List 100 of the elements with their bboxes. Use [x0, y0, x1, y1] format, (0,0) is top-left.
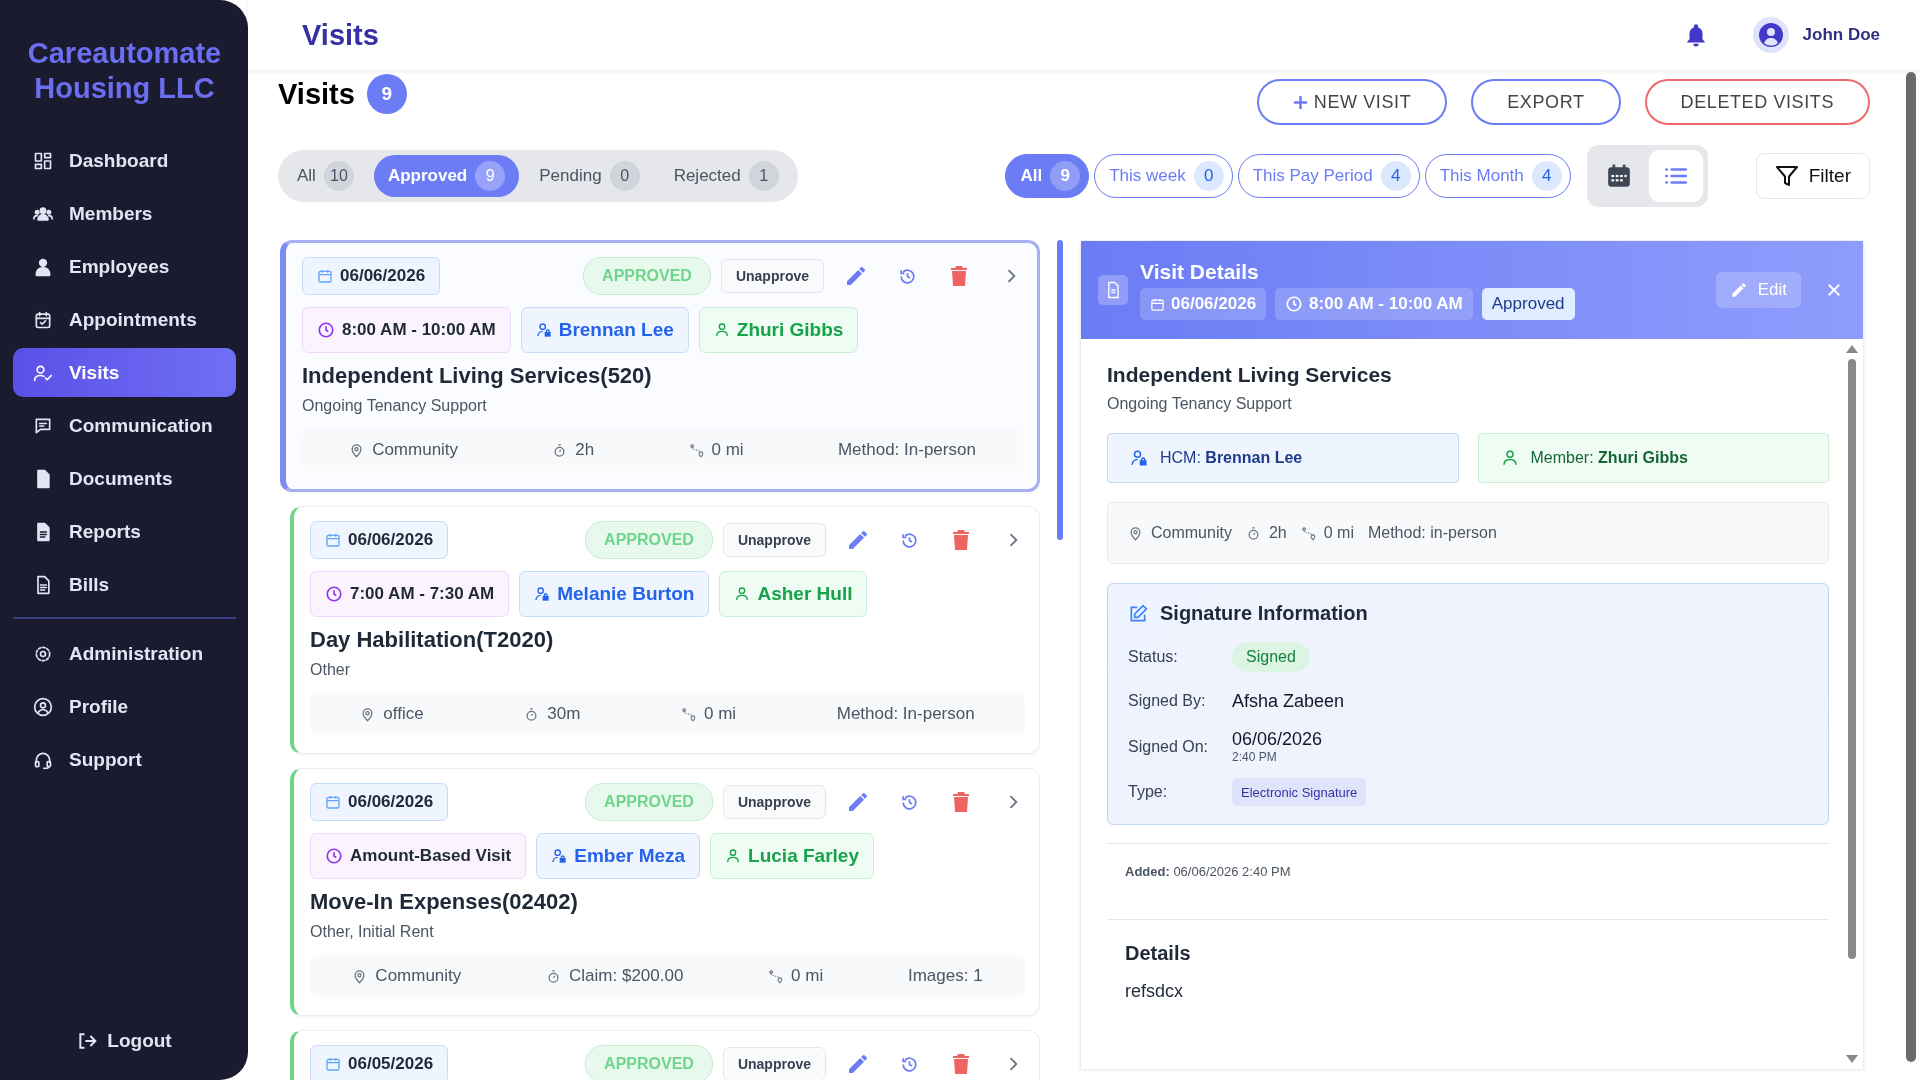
- unapprove-button[interactable]: Unapprove: [720, 259, 824, 293]
- signature-type-tag: Electronic Signature: [1232, 778, 1367, 806]
- route-icon: [688, 442, 704, 458]
- period-filter[interactable]: This Month 4: [1424, 154, 1571, 198]
- history-icon[interactable]: [900, 1054, 919, 1074]
- status-tab[interactable]: Rejected 1: [659, 155, 793, 197]
- close-icon[interactable]: [1825, 281, 1843, 299]
- logout-button[interactable]: Logout: [73, 1026, 176, 1056]
- service-subtitle: Other, Initial Rent: [310, 923, 435, 941]
- field-value: 06/06/2026: [1232, 729, 1323, 750]
- visit-card[interactable]: 06/06/2026 APPROVED Unapprove Amount-Based Visit Ember Meza Lucia Farley Move-In Expenses(02402) Other, Initial Rent Community Claim: $200.00 0 mi Images: 1: [290, 768, 1040, 1016]
- date-chip: 06/06/2026: [310, 783, 449, 821]
- visit-card[interactable]: 06/06/2026 APPROVED Unapprove 8:00 AM - 10:00 AM Brennan Lee Zhuri Gibbs Independent Living Services(520) Ongoing Tenancy Support Community 2h 0 mi Method: In-person: [280, 240, 1040, 492]
- visit-card[interactable]: 06/05/2026 APPROVED Unapprove: [290, 1030, 1040, 1080]
- calendar-icon: [325, 794, 341, 810]
- history-icon[interactable]: [900, 792, 919, 812]
- calendar-icon: [325, 532, 341, 548]
- meta-text: 0 mi: [1323, 524, 1354, 542]
- service-subtitle: Ongoing Tenancy Support: [1107, 395, 1293, 413]
- unapprove-button[interactable]: Unapprove: [722, 523, 826, 557]
- nav-item[interactable]: Dashboard: [13, 136, 236, 185]
- service-title: Day Habilitation(T2020): [310, 627, 555, 653]
- user-icon: [713, 322, 730, 338]
- field-label: Type:: [1128, 783, 1169, 801]
- history-icon[interactable]: [898, 266, 917, 286]
- nav-item[interactable]: Administration: [13, 629, 236, 678]
- signed-badge: Signed: [1232, 642, 1310, 672]
- field-label: Signed By:: [1128, 692, 1207, 710]
- status-badge: APPROVED: [585, 521, 713, 559]
- location-pin-icon: [1128, 525, 1143, 541]
- scrollbar[interactable]: [1906, 72, 1916, 1062]
- history-icon[interactable]: [900, 530, 919, 550]
- deleted-visits-button[interactable]: DELETED VISITS: [1644, 79, 1870, 125]
- status-tab[interactable]: All 10: [283, 155, 368, 197]
- hcm-chip[interactable]: Ember Meza: [536, 833, 701, 879]
- status-tab[interactable]: Pending 0: [525, 155, 654, 197]
- edit-icon[interactable]: [846, 790, 870, 814]
- time-chip: 8:00 AM - 10:00 AM: [1275, 288, 1473, 320]
- field-label: Status:: [1128, 648, 1179, 666]
- brand-name: Careautomate Housing LLC: [26, 36, 223, 106]
- meta-text: Method: In-person: [836, 704, 975, 724]
- clock-icon: [1285, 295, 1304, 313]
- nav-item[interactable]: Appointments: [13, 295, 236, 344]
- nav-item[interactable]: Bills: [13, 560, 236, 609]
- edit-icon[interactable]: [846, 528, 870, 552]
- meta-text: Community: [375, 966, 462, 986]
- status-badge: Approved: [1481, 288, 1575, 320]
- meta-text: Claim: $200.00: [569, 966, 684, 986]
- list-view-button[interactable]: [1648, 150, 1703, 202]
- filter-icon: [1774, 164, 1799, 188]
- member-text: Member: Zhuri Gibbs: [1530, 449, 1688, 467]
- nav-item[interactable]: Visits: [13, 348, 236, 397]
- section-title: Visits: [278, 77, 355, 111]
- period-filter[interactable]: This Pay Period 4: [1237, 154, 1420, 198]
- user-lock-icon: [535, 322, 552, 338]
- nav-item[interactable]: Support: [13, 735, 236, 784]
- scrollbar[interactable]: [1057, 240, 1063, 540]
- time-chip: 7:00 AM - 7:30 AM: [310, 571, 510, 617]
- nav-item[interactable]: Employees: [13, 242, 236, 291]
- meta-text: office: [383, 704, 424, 724]
- unapprove-button[interactable]: Unapprove: [722, 785, 826, 819]
- clock-icon: [317, 321, 335, 339]
- tab-count: 10: [323, 161, 354, 191]
- meta-text: Method: In-person: [837, 440, 976, 460]
- new-visit-button[interactable]: NEW VISIT: [1256, 79, 1448, 125]
- hcm-chip[interactable]: Melanie Burton: [519, 571, 710, 617]
- field-label: Signed On:: [1128, 737, 1210, 756]
- nav-item[interactable]: Profile: [13, 682, 236, 731]
- panel-title: Visit Details: [1140, 260, 1260, 284]
- details-text: refsdcx: [1124, 980, 1185, 1002]
- nav-item[interactable]: Documents: [13, 454, 236, 503]
- period-filter[interactable]: All 9: [1005, 154, 1090, 198]
- status-tab[interactable]: Approved 9: [373, 155, 520, 197]
- period-filter[interactable]: This week 0: [1094, 154, 1233, 198]
- meta-text: Community: [372, 440, 459, 460]
- service-subtitle: Ongoing Tenancy Support: [302, 397, 488, 415]
- status-badge: APPROVED: [585, 1045, 713, 1080]
- plus-icon: [1292, 94, 1308, 110]
- hcm-chip[interactable]: Brennan Lee: [520, 307, 689, 353]
- user-icon: [725, 848, 742, 864]
- clock-icon: [325, 585, 343, 603]
- nav-item[interactable]: Communication: [13, 401, 236, 450]
- filter-count: 4: [1531, 161, 1562, 191]
- tab-count: 0: [609, 161, 640, 191]
- user-icon: [734, 586, 751, 602]
- profile-icon: [33, 696, 53, 717]
- route-icon: [768, 968, 784, 984]
- visit-card[interactable]: 06/06/2026 APPROVED Unapprove 7:00 AM - 7:30 AM Melanie Burton Asher Hull Day Habilitation(T2020) Other office 30m 0 mi Method: In-person: [290, 506, 1040, 754]
- unapprove-button[interactable]: Unapprove: [722, 1047, 826, 1080]
- edit-icon[interactable]: [844, 264, 868, 288]
- clock-icon: [325, 847, 343, 865]
- user-name[interactable]: John Doe: [1802, 25, 1880, 45]
- export-button[interactable]: EXPORT: [1471, 79, 1621, 125]
- avatar-icon[interactable]: [1752, 17, 1789, 53]
- filter-count: 0: [1193, 161, 1224, 191]
- meta-text: Images: 1: [907, 966, 983, 986]
- filter-button[interactable]: Filter: [1755, 153, 1870, 199]
- edit-icon[interactable]: [846, 1052, 870, 1076]
- nav-item[interactable]: Members: [13, 189, 236, 238]
- nav-item[interactable]: Reports: [13, 507, 236, 556]
